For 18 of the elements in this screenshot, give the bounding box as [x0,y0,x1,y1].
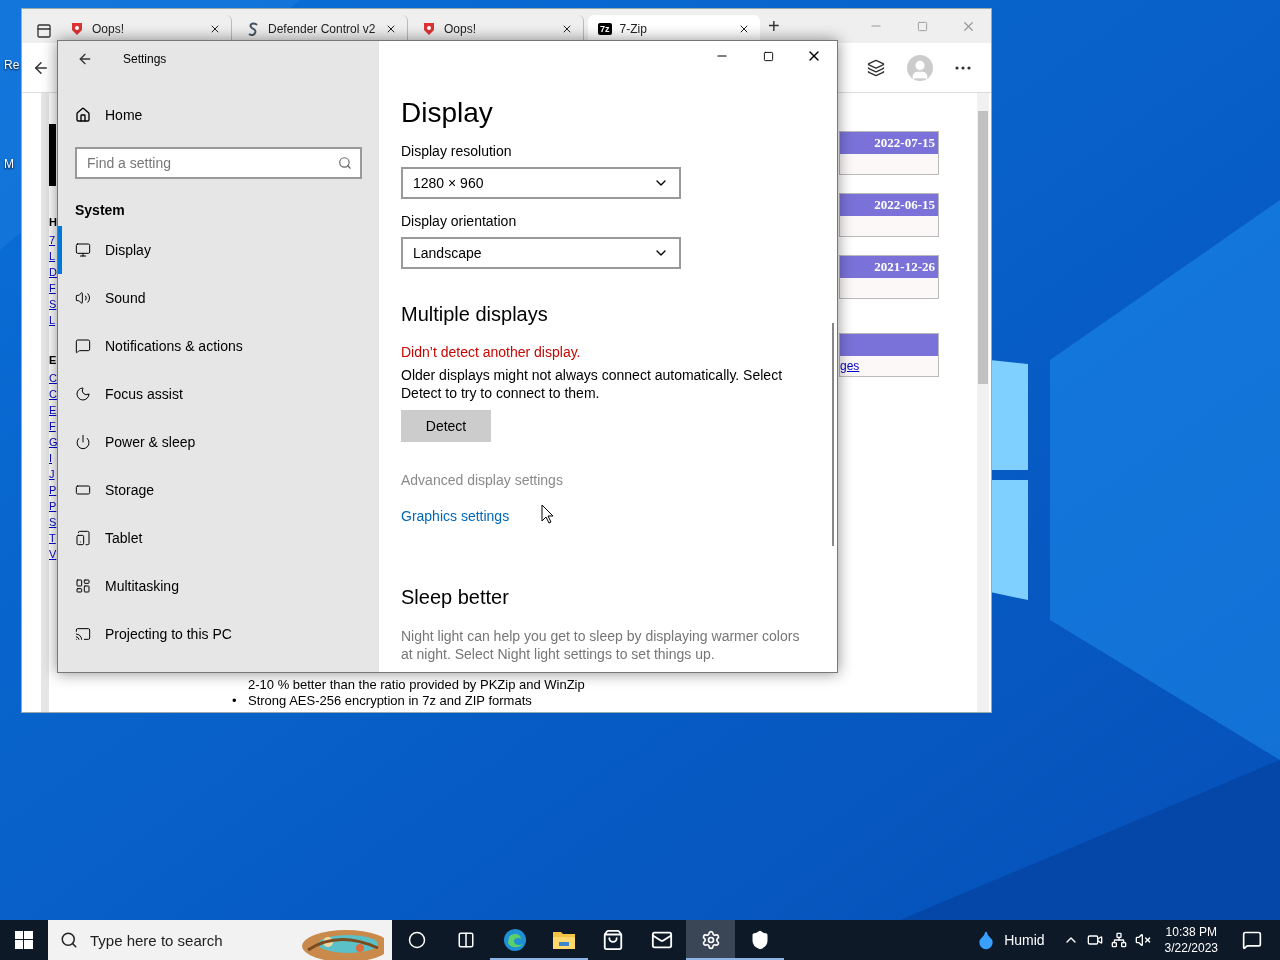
network-icon[interactable] [1110,932,1127,948]
folder-icon [551,929,576,951]
taskbar-search-box[interactable]: Type here to search [48,920,392,960]
cortana-icon [407,931,426,949]
store-icon [601,929,624,951]
browser-icon [502,928,527,952]
camera-icon[interactable] [1086,932,1103,948]
settings-icon [700,930,721,950]
mail-icon [650,929,673,951]
windows-logo-icon [15,931,33,949]
search-input[interactable]: Type here to search [88,930,288,950]
taskbar-app[interactable] [686,920,735,960]
weather-text[interactable]: Humid [1004,932,1045,948]
clock[interactable]: 10:38 PM 3/22/2023 [1158,924,1224,956]
volume-muted-icon[interactable] [1134,932,1151,948]
task-view-icon [456,931,475,949]
notifications-icon[interactable] [1242,930,1262,950]
search-icon [60,931,78,949]
